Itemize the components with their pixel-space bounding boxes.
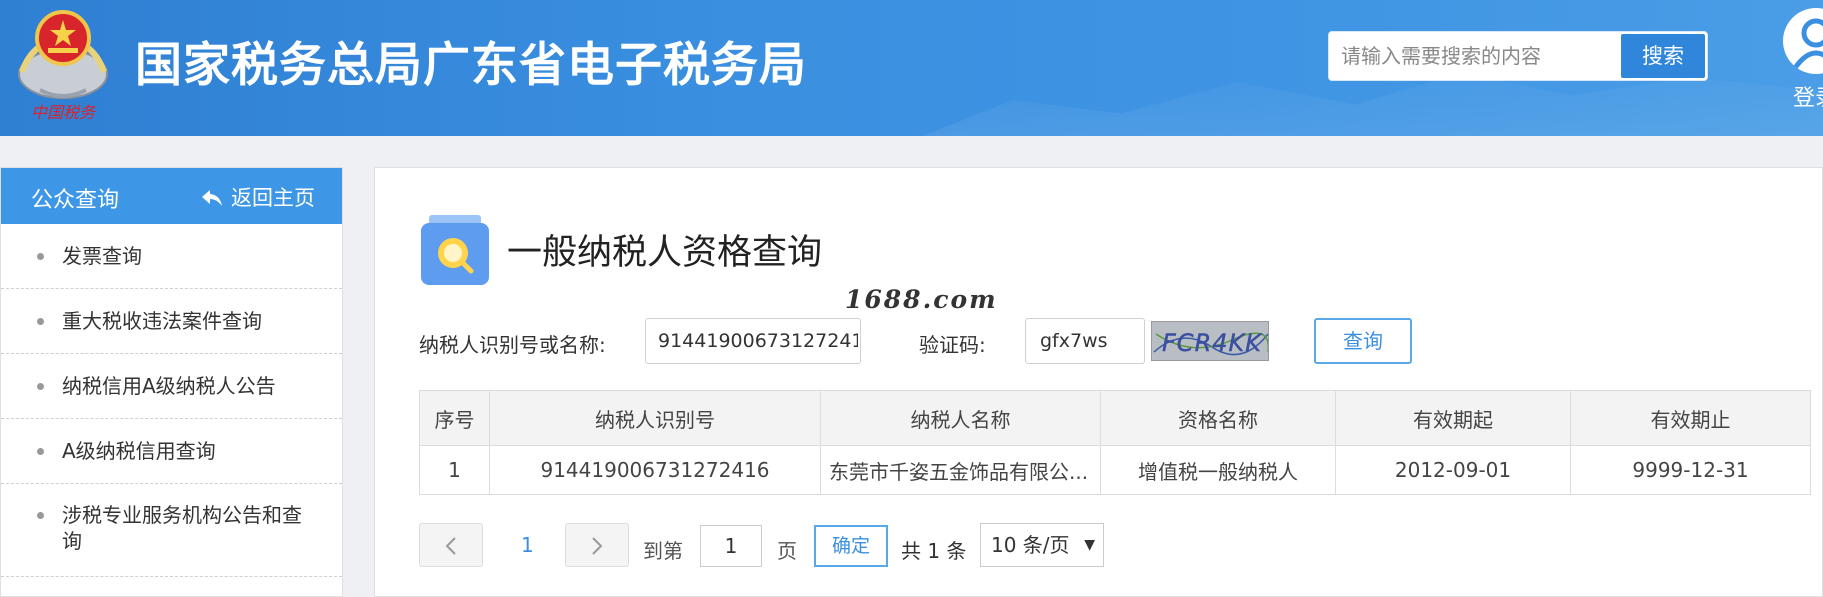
total-count: 共 1 条 [901, 539, 967, 563]
table-cell: 东莞市千姿五金饰品有限公... [820, 445, 1101, 495]
result-table: 序号 纳税人识别号 纳税人名称 资格名称 有效期起 有效期止 1 9144190… [419, 390, 1811, 495]
chevron-right-icon [592, 537, 603, 555]
tax-emblem-logo: 中国税务 [18, 10, 108, 122]
captcha-input[interactable] [1025, 318, 1145, 364]
login-link[interactable]: 登录 [1793, 80, 1823, 112]
sidebar: 公众查询 返回主页 发票查询 重大税收违法案件查询 纳税信用A级纳税人公告 A级… [0, 167, 343, 597]
sidebar-nav: 发票查询 重大税收违法案件查询 纳税信用A级纳税人公告 A级纳税信用查询 涉税专… [1, 224, 342, 577]
goto-page-input[interactable] [700, 525, 762, 567]
taxpayer-id-input[interactable] [645, 318, 861, 364]
column-header: 资格名称 [1100, 390, 1336, 446]
column-header: 纳税人名称 [820, 390, 1101, 446]
page-number-current[interactable]: 1 [521, 533, 534, 557]
table-cell: 914419006731272416 [489, 445, 821, 495]
reply-arrow-icon [202, 190, 222, 206]
main-panel: 一般纳税人资格查询 1688.com 纳税人识别号或名称: 验证码: FCR4K… [374, 167, 1823, 597]
page-title: 一般纳税人资格查询 [507, 233, 823, 273]
search-document-icon [421, 215, 489, 285]
table-cell: 增值税一般纳税人 [1100, 445, 1336, 495]
sidebar-item-label: 涉税专业服务机构公告和查询 [62, 503, 302, 553]
page-size-select[interactable]: 10 条/页 ▼ [980, 523, 1104, 567]
captcha-image[interactable]: FCR4KK [1151, 321, 1269, 361]
captcha-label: 验证码: [919, 333, 986, 357]
goto-suffix: 页 [777, 539, 797, 563]
sidebar-item-label: A级纳税信用查询 [62, 439, 216, 463]
watermark: 1688.com [845, 285, 998, 314]
back-home-label: 返回主页 [231, 186, 315, 210]
bullet-icon [37, 253, 44, 260]
column-header: 序号 [419, 390, 490, 446]
sidebar-item-label: 重大税收违法案件查询 [62, 309, 262, 333]
next-page-button[interactable] [565, 523, 629, 567]
table-cell: 1 [419, 445, 490, 495]
table-cell: 9999-12-31 [1570, 445, 1811, 495]
sidebar-item-tax-service-agency[interactable]: 涉税专业服务机构公告和查询 [1, 484, 342, 577]
page-size-value: 10 条/页 [991, 533, 1070, 557]
sidebar-item-tax-violation-query[interactable]: 重大税收违法案件查询 [1, 289, 342, 354]
sidebar-title: 公众查询 [31, 188, 120, 213]
column-header: 有效期起 [1335, 390, 1571, 446]
sidebar-header: 公众查询 返回主页 [1, 168, 342, 224]
sidebar-item-a-level-announcement[interactable]: 纳税信用A级纳税人公告 [1, 354, 342, 419]
captcha-text: FCR4KK [1162, 329, 1263, 357]
search-box: 搜索 [1328, 31, 1708, 81]
goto-confirm-button[interactable]: 确定 [814, 525, 888, 567]
chevron-left-icon [445, 537, 456, 555]
bullet-icon [37, 318, 44, 325]
bullet-icon [37, 383, 44, 390]
prev-page-button[interactable] [419, 523, 483, 567]
site-title: 国家税务总局广东省电子税务局 [135, 38, 807, 93]
sidebar-item-label: 纳税信用A级纳税人公告 [62, 374, 276, 398]
table-cell: 2012-09-01 [1335, 445, 1571, 495]
column-header: 有效期止 [1570, 390, 1811, 446]
column-header: 纳税人识别号 [489, 390, 821, 446]
search-input[interactable] [1329, 32, 1619, 80]
query-button[interactable]: 查询 [1314, 318, 1412, 364]
user-avatar-icon[interactable] [1783, 8, 1823, 74]
sidebar-item-label: 发票查询 [62, 244, 142, 268]
caret-down-icon: ▼ [1084, 537, 1095, 553]
table-row: 1 914419006731272416 东莞市千姿五金饰品有限公... 增值税… [419, 445, 1811, 495]
taxpayer-label: 纳税人识别号或名称: [419, 333, 606, 357]
search-button[interactable]: 搜索 [1621, 34, 1705, 78]
back-home-link[interactable]: 返回主页 [201, 182, 315, 212]
bullet-icon [37, 512, 44, 519]
table-header-row: 序号 纳税人识别号 纳税人名称 资格名称 有效期起 有效期止 [419, 390, 1811, 446]
goto-prefix: 到第 [643, 539, 683, 563]
site-header: 中国税务 国家税务总局广东省电子税务局 搜索 登录 [0, 0, 1823, 136]
sidebar-item-invoice-query[interactable]: 发票查询 [1, 224, 342, 289]
emblem-caption: 中国税务 [31, 103, 97, 122]
bullet-icon [37, 448, 44, 455]
sidebar-item-a-level-credit-query[interactable]: A级纳税信用查询 [1, 419, 342, 484]
